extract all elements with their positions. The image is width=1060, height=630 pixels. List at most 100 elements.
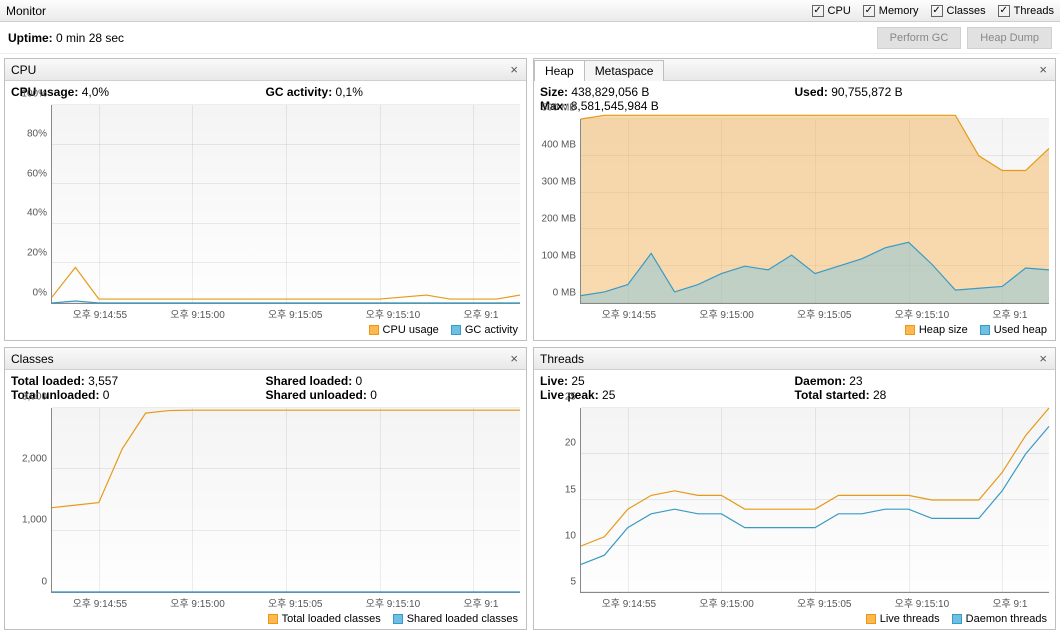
stat-daemon: Daemon: 23 (795, 374, 1050, 388)
stat-value: 3,557 (88, 374, 118, 388)
x-tick-label: 오후 9:15:00 (170, 306, 225, 322)
toggle-threads[interactable]: ✓ Threads (998, 5, 1054, 17)
panel-threads: Threads × Live: 25 Live peak: 25 Daemon:… (533, 347, 1056, 630)
stat-heap-used: Used: 90,755,872 B (795, 85, 1050, 99)
tab-metaspace[interactable]: Metaspace (584, 60, 665, 81)
legend-swatch-icon (369, 325, 379, 335)
legend-label: Heap size (919, 324, 968, 336)
stat-label: Shared loaded: (266, 374, 353, 388)
legend-swatch-icon (268, 614, 278, 624)
legend-label: Used heap (994, 324, 1047, 336)
panel-stats: Total loaded: 3,557 Total unloaded: 0 Sh… (5, 370, 526, 406)
x-tick-label: 오후 9:1 (463, 595, 498, 611)
uptime-label: Uptime: (8, 31, 53, 45)
toggle-cpu[interactable]: ✓ CPU (812, 5, 851, 17)
panel-cpu: CPU × CPU usage: 4,0% GC activity: 0,1% … (4, 58, 527, 341)
header-bar: Monitor ✓ CPU ✓ Memory ✓ Classes ✓ Threa… (0, 0, 1060, 22)
y-tick-label: 300 MB (542, 177, 576, 188)
perform-gc-button[interactable]: Perform GC (877, 27, 962, 49)
panel-heap: Heap Metaspace × Size: 438,829,056 B Max… (533, 58, 1056, 341)
stat-label: Size: (540, 85, 568, 99)
checkbox-icon: ✓ (931, 5, 943, 17)
stat-value: 25 (571, 374, 584, 388)
sub-header: Uptime: 0 min 28 sec Perform GC Heap Dum… (0, 22, 1060, 54)
stat-label: GC activity: (266, 85, 333, 99)
legend-item: Live threads (866, 613, 940, 625)
x-tick-label: 오후 9:15:10 (366, 306, 421, 322)
panel-header: Threads × (534, 348, 1055, 370)
panels-grid: CPU × CPU usage: 4,0% GC activity: 0,1% … (0, 54, 1060, 630)
toggle-label: CPU (828, 5, 851, 17)
stat-value: 23 (849, 374, 862, 388)
y-tick-label: 0 MB (553, 288, 576, 299)
x-tick-label: 오후 9:1 (992, 595, 1027, 611)
legend-label: Total loaded classes (282, 613, 381, 625)
stat-label: Live: (540, 374, 568, 388)
heap-tabs: Heap Metaspace (534, 59, 1035, 80)
stat-value: 25 (602, 388, 615, 402)
y-tick-label: 200 MB (542, 214, 576, 225)
x-tick-label: 오후 9:15:10 (895, 595, 950, 611)
x-tick-label: 오후 9:1 (992, 306, 1027, 322)
toggle-label: Threads (1014, 5, 1054, 17)
panel-title: Threads (540, 352, 1035, 366)
panel-header: CPU × (5, 59, 526, 81)
toggle-memory[interactable]: ✓ Memory (863, 5, 919, 17)
legend-swatch-icon (980, 325, 990, 335)
y-tick-label: 0% (33, 288, 47, 299)
stat-label: Used: (795, 85, 828, 99)
checkbox-icon: ✓ (812, 5, 824, 17)
y-tick-label: 5 (570, 577, 576, 588)
legend-swatch-icon (393, 614, 403, 624)
chart-heap: 0 MB100 MB200 MB300 MB400 MB500 MB오후 9:1… (540, 119, 1049, 322)
stat-total-loaded: Total loaded: 3,557 (11, 374, 266, 388)
stat-value: 0 (370, 388, 377, 402)
close-icon[interactable]: × (506, 62, 522, 77)
y-tick-label: 500 MB (542, 103, 576, 114)
close-icon[interactable]: × (1035, 62, 1051, 77)
stat-value: 4,0% (82, 85, 109, 99)
stat-label: Total started: (795, 388, 870, 402)
panel-header: Classes × (5, 348, 526, 370)
legend-swatch-icon (866, 614, 876, 624)
stat-heap-max: Max: 8,581,545,984 B (540, 99, 795, 113)
tab-heap[interactable]: Heap (534, 60, 585, 81)
x-tick-label: 오후 9:14:55 (73, 306, 128, 322)
legend-label: GC activity (465, 324, 518, 336)
panel-stats: CPU usage: 4,0% GC activity: 0,1% (5, 81, 526, 103)
stat-shared-loaded: Shared loaded: 0 (266, 374, 521, 388)
y-tick-label: 10 (565, 530, 576, 541)
legend-item: Heap size (905, 324, 968, 336)
legend-heap: Heap size Used heap (534, 322, 1055, 340)
toggle-classes[interactable]: ✓ Classes (931, 5, 986, 17)
panel-classes: Classes × Total loaded: 3,557 Total unlo… (4, 347, 527, 630)
y-tick-label: 1,000 (22, 515, 47, 526)
x-tick-label: 오후 9:14:55 (73, 595, 128, 611)
stat-value: 438,829,056 B (571, 85, 649, 99)
y-tick-label: 40% (27, 208, 47, 219)
panel-header: Heap Metaspace × (534, 59, 1055, 81)
stat-value: 0,1% (336, 85, 363, 99)
close-icon[interactable]: × (506, 351, 522, 366)
legend-item: CPU usage (369, 324, 439, 336)
y-tick-label: 25 (565, 392, 576, 403)
stat-value: 90,755,872 B (831, 85, 902, 99)
panel-title: CPU (11, 63, 506, 77)
stat-cpu-usage: CPU usage: 4,0% (11, 85, 266, 99)
y-tick-label: 20% (27, 248, 47, 259)
chart-cpu: 0%20%40%60%80%100%오후 9:14:55오후 9:15:00오후… (11, 105, 520, 322)
y-tick-label: 100% (21, 89, 47, 100)
close-icon[interactable]: × (1035, 351, 1051, 366)
legend-item: GC activity (451, 324, 518, 336)
toggle-label: Classes (947, 5, 986, 17)
chart-classes: 01,0002,0003,000오후 9:14:55오후 9:15:00오후 9… (11, 408, 520, 611)
y-tick-label: 3,000 (22, 392, 47, 403)
legend-swatch-icon (952, 614, 962, 624)
stat-live-peak: Live peak: 25 (540, 388, 795, 402)
heap-dump-button[interactable]: Heap Dump (967, 27, 1052, 49)
stat-value: 0 (103, 388, 110, 402)
app-title: Monitor (6, 4, 812, 18)
x-tick-label: 오후 9:15:05 (797, 306, 852, 322)
x-tick-label: 오후 9:15:00 (170, 595, 225, 611)
legend-label: Daemon threads (966, 613, 1047, 625)
